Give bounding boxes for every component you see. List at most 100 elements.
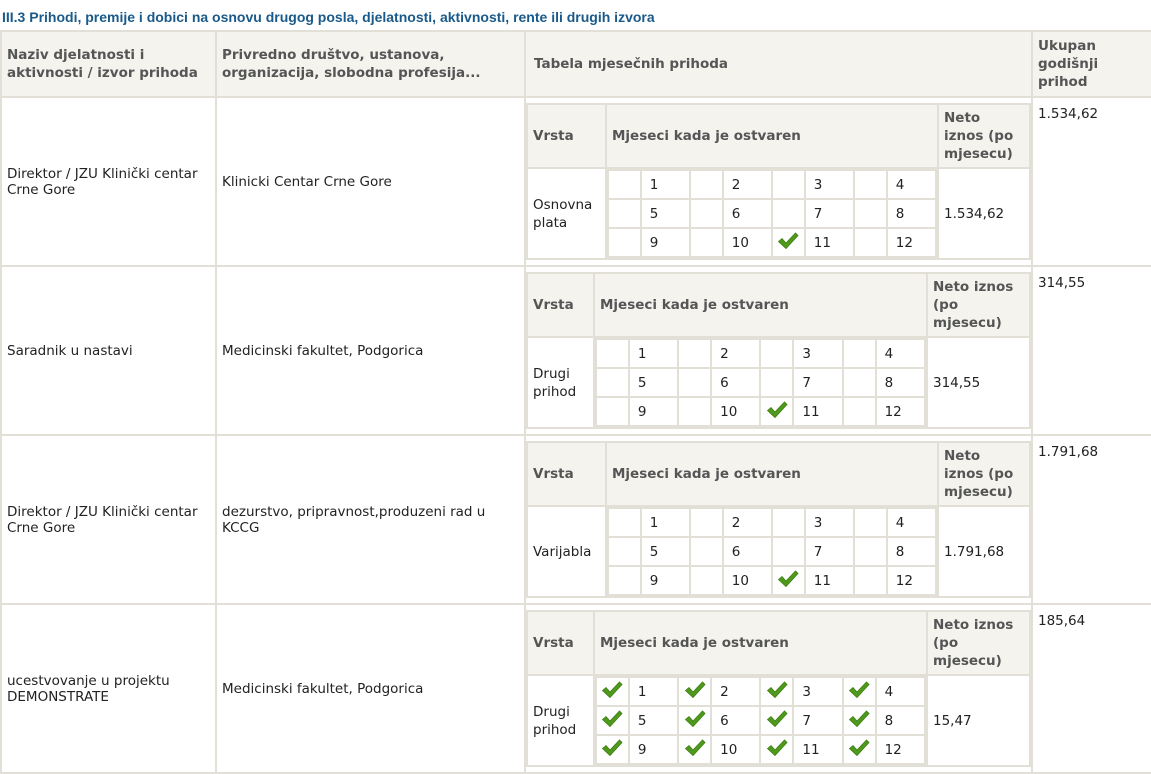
- header-row: Naziv djelatnosti i aktivnosti / izvor p…: [0, 30, 1151, 98]
- month-check-cell: [852, 198, 888, 229]
- checkmark-icon: [766, 709, 788, 727]
- inner-header-months: Mjeseci kada je ostvaren: [593, 272, 928, 338]
- month-check-cell: [841, 734, 877, 765]
- months-cell: 1 2 3 4 5 6 7 8 9 10 11 12: [605, 505, 939, 598]
- neto-amount: 314,55: [926, 336, 1031, 429]
- month-check-cell: [759, 338, 795, 369]
- month-check-cell: [770, 536, 806, 567]
- checkmark-icon: [684, 709, 706, 727]
- month-check-cell: [607, 227, 642, 258]
- checkmark-icon: [602, 738, 623, 756]
- month-check-cell: [595, 734, 630, 765]
- month-check-cell: [759, 676, 795, 707]
- month-grid-row: 9 10 11 12: [595, 396, 927, 427]
- month-check-cell: [677, 734, 713, 765]
- month-check-cell: [607, 536, 642, 567]
- income-type: Osnovna plata: [526, 167, 607, 260]
- annual-total: 185,64: [1031, 603, 1151, 774]
- activity-name: Direktor / JZU Klinički centar Crne Gore: [0, 434, 217, 605]
- checkmark-icon: [602, 709, 623, 727]
- month-check-cell: [759, 396, 795, 427]
- month-check-cell: [607, 198, 642, 229]
- header-monthly-table: Tabela mjesečnih prihoda: [524, 30, 1033, 98]
- activity-name: ucestvovanje u projektu DEMONSTRATE: [0, 603, 217, 774]
- annual-total: 1.534,62: [1031, 96, 1151, 267]
- monthly-income-cell: Vrsta Mjeseci kada je ostvaren Neto iznos …: [524, 434, 1033, 605]
- month-grid-row: 9 10 11 12: [607, 565, 938, 596]
- inner-header-vrsta: Vrsta: [526, 610, 595, 676]
- month-number: 9: [627, 734, 680, 765]
- month-check-cell: [688, 507, 724, 538]
- month-check-cell: [688, 536, 724, 567]
- month-check-cell: [852, 169, 888, 200]
- month-number: 7: [792, 367, 844, 398]
- month-grid-row: 1234: [607, 507, 938, 538]
- checkmark-icon: [778, 231, 799, 249]
- month-number: 4: [885, 507, 938, 538]
- inner-header-months: Mjeseci kada je ostvaren: [593, 610, 928, 676]
- month-grid-row: 1234: [595, 676, 927, 707]
- month-check-cell: [841, 338, 877, 369]
- month-check-cell: [677, 338, 713, 369]
- monthly-income-table: Vrsta Mjeseci kada je ostvaren Neto iznos …: [526, 441, 1031, 598]
- month-check-cell: [770, 565, 806, 596]
- month-check-cell: [595, 338, 630, 369]
- month-check-cell: [852, 536, 888, 567]
- month-grid-row: 9 10 11 12: [595, 734, 927, 765]
- month-check-cell: [770, 198, 806, 229]
- inner-header-months: Mjeseci kada je ostvaren: [605, 441, 939, 507]
- month-check-cell: [841, 676, 877, 707]
- month-number: 1: [639, 507, 691, 538]
- checkmark-icon: [766, 738, 788, 756]
- month-number: 9: [639, 227, 691, 258]
- month-number: 2: [710, 338, 762, 369]
- month-check-cell: [595, 676, 630, 707]
- monthly-income-cell: Vrsta Mjeseci kada je ostvaren Neto iznos …: [524, 265, 1033, 436]
- inner-header-row: Vrsta Mjeseci kada je ostvaren Neto iznos …: [526, 103, 1031, 169]
- month-check-cell: [770, 227, 806, 258]
- month-number: 5: [639, 536, 691, 567]
- income-type: Varijabla: [526, 505, 607, 598]
- inner-value-row: Varijabla 1 2 3 4 5 6 7 8 9 10 11 12 1.791,68: [526, 505, 1031, 598]
- month-number: 11: [803, 565, 855, 596]
- month-number: 4: [885, 169, 938, 200]
- month-number: 9: [627, 396, 680, 427]
- month-number: 6: [710, 705, 762, 736]
- month-grid-row: 9 10 11 12: [607, 227, 938, 258]
- month-check-cell: [852, 227, 888, 258]
- month-number: 12: [885, 565, 938, 596]
- month-check-cell: [852, 507, 888, 538]
- neto-amount: 1.534,62: [937, 167, 1031, 260]
- month-check-cell: [607, 565, 642, 596]
- month-number: 3: [803, 507, 855, 538]
- month-check-cell: [595, 367, 630, 398]
- month-number: 9: [639, 565, 691, 596]
- month-number: 12: [874, 734, 927, 765]
- month-number: 8: [874, 705, 927, 736]
- income-row: ucestvovanje u projektu DEMONSTRATE Medic…: [0, 603, 1151, 774]
- month-number: 12: [874, 396, 927, 427]
- month-grid-row: 5678: [595, 705, 927, 736]
- month-grid: 1 2 3 4 5 6 7 8 9 10 11 12: [607, 507, 938, 596]
- inner-value-row: Osnovna plata 1 2 3 4 5 6 7 8 9 10 11 12 1.534,62: [526, 167, 1031, 260]
- month-check-cell: [688, 169, 724, 200]
- inner-header-row: Vrsta Mjeseci kada je ostvaren Neto iznos …: [526, 441, 1031, 507]
- month-check-cell: [607, 507, 642, 538]
- month-number: 5: [627, 367, 680, 398]
- month-grid-row: 5678: [607, 198, 938, 229]
- section-title: III.3 Prihodi, premije i dobici na osnov…: [2, 9, 655, 25]
- income-type: Drugi prihod: [526, 336, 595, 429]
- checkmark-icon: [766, 400, 788, 418]
- month-check-cell: [759, 705, 795, 736]
- month-number: 6: [721, 536, 773, 567]
- month-number: 6: [710, 367, 762, 398]
- month-number: 10: [721, 565, 773, 596]
- month-check-cell: [595, 396, 630, 427]
- month-number: 11: [803, 227, 855, 258]
- month-number: 3: [803, 169, 855, 200]
- monthly-income-table: Vrsta Mjeseci kada je ostvaren Neto iznos …: [526, 272, 1031, 429]
- inner-header-months: Mjeseci kada je ostvaren: [605, 103, 939, 169]
- inner-value-row: Drugi prihod 1 2 3 4 5 6 7 8 9 10 11 12 314,55: [526, 336, 1031, 429]
- inner-header-neto: Neto iznos (po mjesecu): [926, 272, 1031, 338]
- month-check-cell: [759, 367, 795, 398]
